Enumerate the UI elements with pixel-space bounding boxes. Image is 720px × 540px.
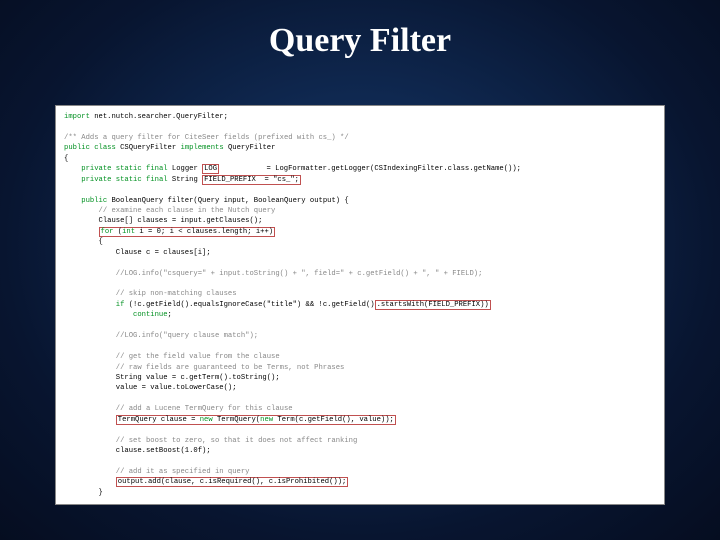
box-field-prefix: FIELD_PREFIX = "cs_"; [202, 175, 301, 185]
kw-import: import [64, 113, 90, 121]
code-panel: import net.nutch.searcher.QueryFilter; /… [55, 105, 665, 505]
box-for-loop: for (int i = 0; i < clauses.length; i++) [99, 227, 276, 237]
code-block: import net.nutch.searcher.QueryFilter; /… [64, 112, 656, 505]
slide-title: Query Filter [0, 22, 720, 60]
box-output-add: output.add(clause, c.isRequired(), c.isP… [116, 477, 349, 487]
slide: Query Filter import net.nutch.searcher.Q… [0, 0, 720, 540]
box-log: LOG [202, 164, 219, 174]
class-comment: /** Adds a query filter for CiteSeer fie… [64, 134, 349, 142]
box-startswith: .startsWith(FIELD_PREFIX)) [375, 300, 491, 310]
box-termquery: TermQuery clause = new TermQuery(new Ter… [116, 415, 396, 425]
